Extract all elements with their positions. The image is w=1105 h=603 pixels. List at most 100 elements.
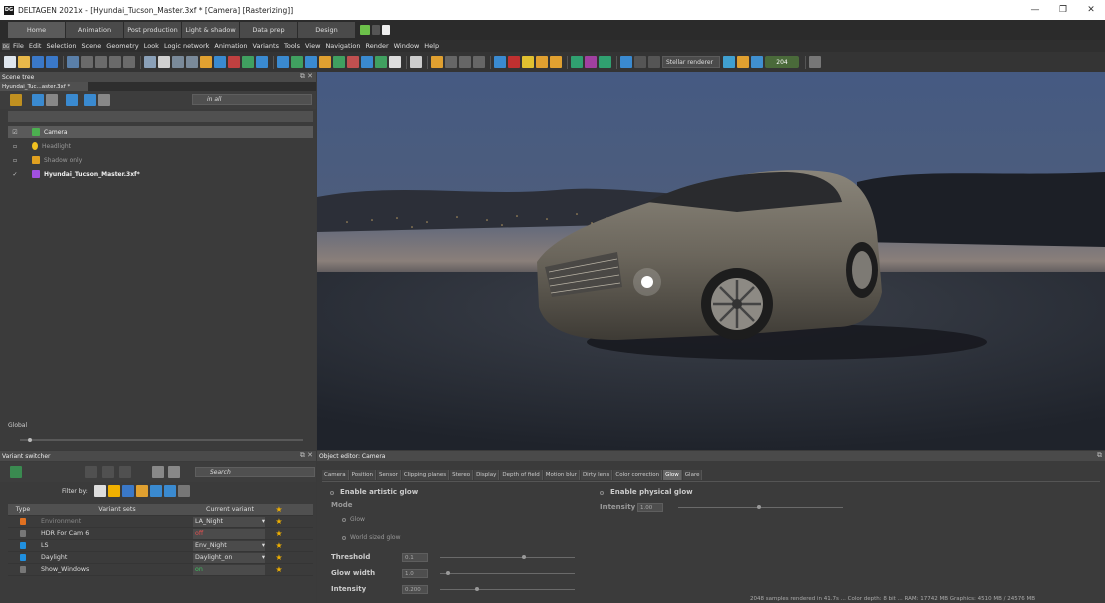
measure-icon[interactable]	[431, 56, 443, 68]
filter-layer-icon[interactable]	[163, 485, 176, 497]
mirror-icon[interactable]	[473, 56, 485, 68]
table-row[interactable]: Daylight Daylight_on ▾ ★	[8, 552, 313, 564]
tree-item-checkbox[interactable]: ☑	[8, 129, 22, 136]
panel-controls-icon[interactable]: ⧉ ✕	[300, 451, 313, 460]
threshold-slider-handle[interactable]	[522, 555, 526, 559]
menu-geometry[interactable]: Geometry	[106, 42, 138, 50]
settings-icon[interactable]	[648, 56, 660, 68]
glow-width-input[interactable]: 1.0	[402, 569, 428, 578]
sun-icon[interactable]	[522, 56, 534, 68]
tool-a-icon[interactable]	[277, 56, 289, 68]
menu-edit[interactable]: Edit	[29, 42, 42, 50]
render-icon[interactable]	[158, 56, 170, 68]
file-tab[interactable]: Hyundai_Tuc...aster.3xf *	[0, 82, 88, 91]
global-slider[interactable]	[8, 434, 313, 446]
open-file-icon[interactable]	[18, 56, 30, 68]
record-icon[interactable]	[508, 56, 520, 68]
variant-tool-icon[interactable]	[85, 466, 97, 478]
intensity-input[interactable]: 0.200	[402, 585, 428, 594]
tree-options-icon[interactable]	[98, 94, 110, 106]
tab-glare[interactable]: Glare	[682, 470, 703, 480]
render-region-icon[interactable]	[723, 56, 735, 68]
tree-link-icon[interactable]	[66, 94, 78, 106]
tab-animation[interactable]: Animation	[66, 22, 123, 38]
render-frame-icon[interactable]	[737, 56, 749, 68]
panel-float-icon[interactable]: ⧉	[1097, 451, 1102, 460]
tab-light-shadow[interactable]: Light & shadow	[182, 22, 239, 38]
display-icon[interactable]	[585, 56, 597, 68]
variant-icon[interactable]	[256, 56, 268, 68]
tab-glow[interactable]: Glow	[663, 470, 682, 480]
import-icon[interactable]	[32, 56, 44, 68]
paste-icon[interactable]	[109, 56, 121, 68]
renderer-select[interactable]: Stellar renderer	[662, 56, 720, 68]
menu-navigation[interactable]: Navigation	[325, 42, 360, 50]
new-file-icon[interactable]	[4, 56, 16, 68]
threshold-slider[interactable]	[440, 557, 575, 558]
stereo-icon[interactable]	[571, 56, 583, 68]
tree-item-checkbox[interactable]: ▫	[8, 157, 22, 164]
filter-code-icon[interactable]	[121, 485, 134, 497]
table-row[interactable]: HDR For Cam 6 off ★	[8, 528, 313, 540]
cluster-icon[interactable]	[599, 56, 611, 68]
cut-icon[interactable]	[81, 56, 93, 68]
physical-intensity-slider-handle[interactable]	[757, 505, 761, 509]
tool-d-icon[interactable]	[319, 56, 331, 68]
physical-intensity-input[interactable]: 1.00	[637, 503, 663, 512]
maximize-button[interactable]: ❐	[1049, 0, 1077, 20]
menu-variants[interactable]: Variants	[253, 42, 279, 50]
filter-cursor-icon[interactable]	[93, 485, 106, 497]
variant-tool-icon[interactable]	[119, 466, 131, 478]
pin-icon[interactable]	[382, 25, 390, 35]
favorite-star-icon[interactable]: ★	[269, 517, 289, 526]
current-variant-select[interactable]: Daylight_on ▾	[193, 552, 265, 563]
tab-data-prep[interactable]: Data prep	[240, 22, 297, 38]
tab-dirty-lens[interactable]: Dirty lens	[580, 470, 613, 480]
col-current-variant[interactable]: Current variant	[193, 505, 265, 515]
tree-item-shadow-only[interactable]: ▫ Shadow only	[8, 154, 313, 166]
grid-view-icon[interactable]	[168, 466, 180, 478]
render-stats-icon[interactable]	[751, 56, 763, 68]
tab-color-correction[interactable]: Color correction	[613, 470, 663, 480]
snap-icon[interactable]	[445, 56, 457, 68]
col-type[interactable]: Type	[8, 506, 38, 513]
close-button[interactable]: ✕	[1077, 0, 1105, 20]
col-favorite-star-icon[interactable]: ★	[269, 505, 289, 514]
tool-c-icon[interactable]	[305, 56, 317, 68]
physical-glow-checkbox[interactable]	[600, 491, 604, 495]
current-variant-select[interactable]: LA_Night ▾	[193, 516, 265, 527]
favorite-star-icon[interactable]: ★	[269, 529, 289, 538]
variant-tool-icon[interactable]	[102, 466, 114, 478]
tab-camera[interactable]: Camera	[322, 470, 349, 480]
list-view-icon[interactable]	[152, 466, 164, 478]
minimize-button[interactable]: —	[1021, 0, 1049, 20]
save-icon[interactable]	[46, 56, 58, 68]
menu-logic-network[interactable]: Logic network	[164, 42, 209, 50]
transform-icon[interactable]	[186, 56, 198, 68]
menu-window[interactable]: Window	[394, 42, 420, 50]
col-variant-sets[interactable]: Variant sets	[38, 506, 193, 513]
copy-icon[interactable]	[95, 56, 107, 68]
tab-clipping-planes[interactable]: Clipping planes	[401, 470, 450, 480]
menu-file[interactable]: File	[13, 42, 24, 50]
delete-icon[interactable]	[123, 56, 135, 68]
geometry-icon[interactable]	[242, 56, 254, 68]
tree-item-checkbox[interactable]: ✓	[8, 171, 22, 178]
menu-selection[interactable]: Selection	[46, 42, 76, 50]
tab-home[interactable]: Home	[8, 22, 65, 38]
tool-i-icon[interactable]	[389, 56, 401, 68]
tool-e-icon[interactable]	[333, 56, 345, 68]
camera-view-icon[interactable]	[144, 56, 156, 68]
tool-g-icon[interactable]	[361, 56, 373, 68]
tab-stereo[interactable]: Stereo	[450, 470, 474, 480]
favorite-star-icon[interactable]: ★	[269, 565, 289, 574]
menu-help[interactable]: Help	[424, 42, 439, 50]
intensity-slider[interactable]	[440, 589, 575, 590]
variant-search-input[interactable]: Search	[195, 467, 315, 477]
tree-item-model[interactable]: ✓ Hyundai_Tucson_Master.3xf*	[8, 168, 313, 180]
align-icon[interactable]	[459, 56, 471, 68]
environment-icon[interactable]	[536, 56, 548, 68]
panel-controls-icon[interactable]: ⧉ ✕	[300, 72, 313, 81]
current-variant-select[interactable]: on	[193, 564, 265, 575]
tree-item-headlight[interactable]: ▫ Headlight	[8, 140, 313, 152]
